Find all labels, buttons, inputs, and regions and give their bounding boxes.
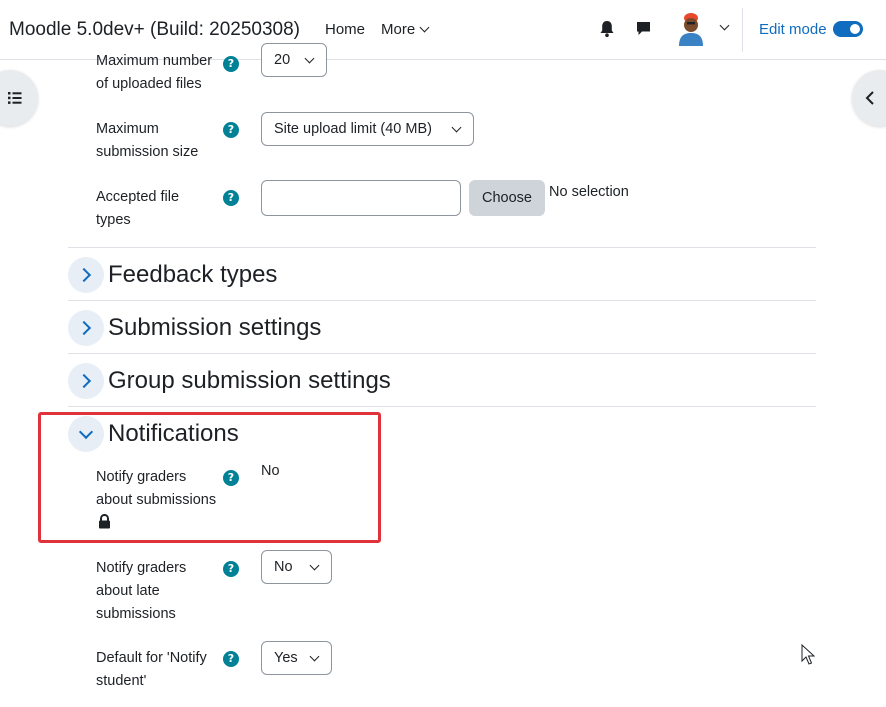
edit-mode-label[interactable]: Edit mode: [759, 21, 827, 38]
help-icon[interactable]: ?: [223, 190, 239, 206]
default-notify-label-line2: student': [96, 673, 147, 689]
max-size-label-line1: Maximum: [96, 121, 159, 137]
course-index-drawer-button[interactable]: [0, 70, 38, 126]
notify-late-label-line1: Notify graders: [96, 560, 187, 576]
divider: [68, 247, 816, 248]
file-types-input[interactable]: [261, 180, 461, 216]
max-size-select[interactable]: Site upload limit (40 MB): [261, 112, 474, 146]
divider: [68, 353, 816, 354]
mouse-cursor-icon: [801, 643, 816, 671]
default-notify-select[interactable]: Yes: [261, 641, 332, 675]
notify-late-label: Notify graders about late submissions: [96, 557, 186, 626]
submission-settings-heading[interactable]: Submission settings: [108, 314, 321, 342]
chevron-right-icon: [76, 373, 92, 389]
divider: [68, 300, 816, 301]
choose-button[interactable]: Choose: [469, 180, 545, 216]
no-selection-text: No selection: [549, 184, 629, 200]
feedback-types-toggle[interactable]: [68, 257, 104, 293]
navbar-divider: [742, 8, 743, 52]
highlight-box: [38, 412, 381, 543]
max-size-label: Maximum submission size: [96, 118, 198, 164]
notify-late-label-line2: about late: [96, 583, 160, 599]
help-icon[interactable]: ?: [223, 561, 239, 577]
notify-late-select[interactable]: No: [261, 550, 332, 584]
group-submission-toggle[interactable]: [68, 363, 104, 399]
help-icon[interactable]: ?: [223, 56, 239, 72]
nav-more-label: More: [381, 21, 416, 38]
default-notify-label: Default for 'Notify student': [96, 647, 207, 693]
file-types-label: Accepted file types: [96, 186, 179, 232]
max-files-value: 20: [274, 52, 291, 68]
submission-settings-toggle[interactable]: [68, 310, 104, 346]
list-icon: [8, 92, 22, 104]
notify-late-label-line3: submissions: [96, 606, 176, 622]
chevron-down-icon: [304, 53, 315, 64]
notifications-bell-icon[interactable]: [599, 20, 615, 43]
chevron-right-icon: [76, 320, 92, 336]
chevron-down-icon: [419, 22, 430, 33]
max-size-value: Site upload limit (40 MB): [274, 121, 432, 137]
default-notify-value: Yes: [274, 650, 298, 666]
feedback-types-heading[interactable]: Feedback types: [108, 261, 277, 289]
notify-late-value: No: [274, 559, 293, 575]
group-submission-heading[interactable]: Group submission settings: [108, 367, 391, 395]
nav-more-menu[interactable]: More: [381, 21, 430, 38]
divider: [68, 406, 816, 407]
file-types-label-line1: Accepted file: [96, 189, 180, 205]
toggle-knob: [850, 24, 860, 34]
max-size-label-line2: submission size: [96, 144, 199, 160]
nav-home-link[interactable]: Home: [325, 21, 365, 38]
site-name[interactable]: Moodle 5.0dev+ (Build: 20250308): [9, 19, 300, 41]
chevron-down-icon: [309, 651, 320, 662]
edit-mode-toggle[interactable]: [833, 21, 863, 37]
default-notify-label-line1: Default for 'Notify: [96, 650, 207, 666]
chevron-right-icon: [76, 267, 92, 283]
file-types-label-line2: types: [96, 212, 131, 228]
chevron-down-icon: [309, 560, 320, 571]
messages-icon[interactable]: [635, 20, 652, 42]
user-menu-chevron-icon[interactable]: [719, 20, 730, 31]
max-files-label: Maximum number of uploaded files: [96, 53, 213, 92]
help-icon[interactable]: ?: [223, 122, 239, 138]
help-icon[interactable]: ?: [223, 651, 239, 667]
user-avatar[interactable]: [676, 12, 706, 46]
max-files-select[interactable]: 20: [261, 43, 327, 77]
block-drawer-button[interactable]: [852, 70, 886, 126]
chevron-down-icon: [451, 122, 462, 133]
chevron-left-icon: [865, 91, 874, 105]
